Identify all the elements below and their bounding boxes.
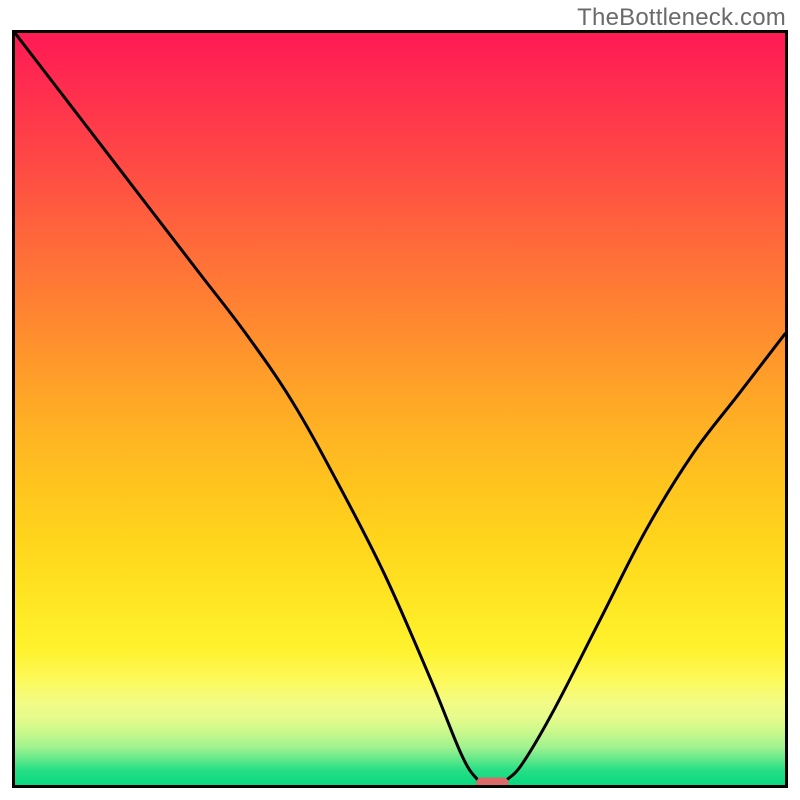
watermark-text: TheBottleneck.com (577, 4, 786, 32)
plot-area (12, 30, 788, 788)
optimal-marker (476, 777, 508, 785)
chart-svg (15, 33, 785, 785)
bottleneck-curve (15, 33, 785, 783)
